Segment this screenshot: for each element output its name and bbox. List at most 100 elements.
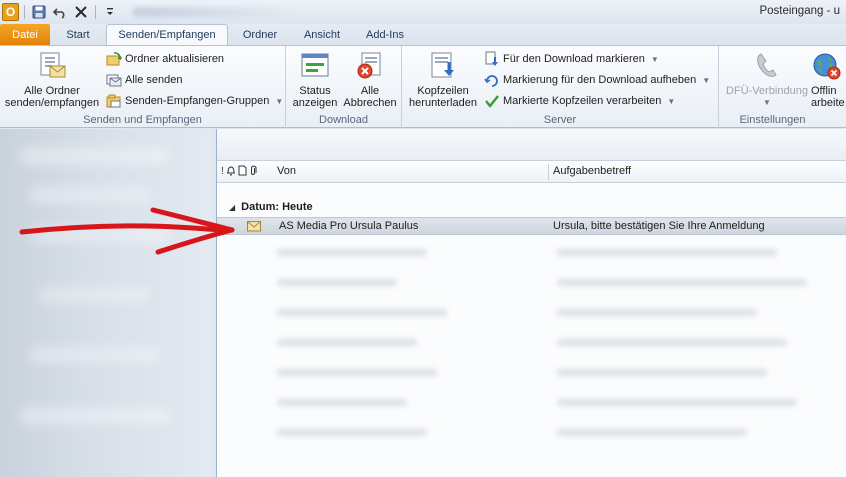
send-all-icon: [106, 72, 122, 88]
tab-start[interactable]: Start: [50, 24, 106, 45]
column-header-row: ! Von Aufgabenbetreff: [217, 161, 846, 183]
tab-view[interactable]: Ansicht: [292, 24, 352, 45]
column-icons: !: [217, 161, 275, 182]
group-server: Kopfzeilen herunterladen Für den Downloa…: [402, 46, 719, 128]
group-download: Status anzeigen Alle Abbrechen Download: [286, 46, 402, 128]
blurred-message-rows: [217, 239, 846, 477]
quick-access-toolbar: O: [0, 3, 119, 21]
dropdown-arrow-icon: ▼: [275, 96, 284, 106]
dialup-connection-button[interactable]: DFÜ-Verbindung ▼: [723, 50, 811, 109]
search-bar-area[interactable]: [217, 129, 846, 161]
blurred-folder-item: [20, 409, 170, 423]
mark-download-icon: [484, 51, 500, 67]
reminder-bell-icon[interactable]: [226, 165, 236, 179]
attachment-icon[interactable]: [249, 165, 257, 179]
blurred-row: [277, 339, 417, 346]
window-title: Posteingang - u: [759, 5, 840, 17]
group-label-send-receive: Senden und Empfangen: [83, 114, 202, 126]
show-status-label-1: Status: [299, 85, 331, 97]
unmark-download-icon: [484, 72, 500, 88]
blurred-row: [277, 369, 437, 376]
group-label-settings: Einstellungen: [739, 114, 806, 126]
unmark-download-label: Markierung für den Download aufheben: [503, 74, 697, 86]
send-receive-all-icon: [36, 50, 68, 82]
dropdown-arrow-icon: ▼: [763, 98, 771, 107]
tab-folder[interactable]: Ordner: [228, 24, 292, 45]
message-list-pane: ! Von Aufgabenbetreff ◢ Datum: Heute AS …: [216, 129, 846, 477]
send-receive-all-label-2: senden/empfangen: [4, 97, 100, 109]
ribbon-tabs: Datei Start Senden/Empfangen Ordner Ansi…: [0, 24, 846, 45]
blurred-folder-item: [30, 189, 150, 201]
undo-icon[interactable]: [51, 3, 69, 21]
show-status-label-2: anzeigen: [292, 97, 338, 109]
mark-for-download-button[interactable]: Für den Download markieren ▼: [484, 50, 659, 68]
title-bar: O Posteingang - u: [0, 0, 846, 24]
delete-x-icon[interactable]: [72, 3, 90, 21]
download-headers-button[interactable]: Kopfzeilen herunterladen: [406, 50, 480, 109]
send-receive-groups-icon: [106, 93, 122, 109]
qat-divider: [95, 5, 96, 19]
update-folder-label: Ordner aktualisieren: [125, 53, 225, 65]
show-status-button[interactable]: Status anzeigen: [290, 50, 340, 109]
red-annotation-arrow: [19, 207, 235, 255]
tab-file[interactable]: Datei: [0, 24, 50, 45]
checkmark-icon: [484, 93, 500, 109]
group-label-download: Download: [319, 114, 368, 126]
tab-add-ins[interactable]: Add-Ins: [352, 24, 418, 45]
date-group-header[interactable]: ◢ Datum: Heute: [229, 201, 313, 213]
customize-qat-chevron-icon[interactable]: [101, 3, 119, 21]
download-headers-label-2: herunterladen: [409, 97, 477, 109]
work-offline-label-1: Offlin: [811, 85, 837, 97]
dialup-connection-label: DFÜ-Verbindung: [726, 85, 808, 97]
send-receive-groups-button[interactable]: Senden-Empfangen-Gruppen ▼: [106, 92, 283, 110]
send-receive-groups-label: Senden-Empfangen-Gruppen: [125, 95, 270, 107]
phone-icon: [751, 50, 783, 82]
dropdown-arrow-icon: ▼: [650, 54, 659, 64]
navigation-pane[interactable]: [0, 129, 213, 477]
ribbon: Alle Ordner senden/empfangen Ordner aktu…: [0, 45, 846, 128]
blurred-row: [557, 309, 757, 316]
send-all-label: Alle senden: [125, 74, 183, 86]
blurred-folder-item: [30, 349, 160, 361]
importance-icon[interactable]: !: [221, 166, 224, 177]
column-divider[interactable]: [548, 164, 549, 180]
column-subject[interactable]: Aufgabenbetreff: [553, 165, 631, 177]
group-label-server: Server: [543, 114, 577, 126]
blurred-title-area: [133, 7, 293, 17]
download-headers-label-1: Kopfzeilen: [417, 85, 469, 97]
item-type-icon[interactable]: [238, 165, 247, 179]
blurred-row: [557, 339, 787, 346]
blurred-row: [557, 429, 747, 436]
work-offline-button[interactable]: Offlin arbeite: [811, 50, 846, 109]
message-subject: Ursula, bitte bestätigen Sie Ihre Anmeld…: [553, 220, 765, 232]
message-row[interactable]: AS Media Pro Ursula Paulus Ursula, bitte…: [217, 217, 846, 235]
cancel-all-label-2: Abbrechen: [343, 97, 397, 109]
update-folder-button[interactable]: Ordner aktualisieren: [106, 50, 224, 68]
blurred-row: [277, 429, 427, 436]
blurred-row: [277, 249, 427, 256]
blurred-row: [557, 249, 777, 256]
column-from[interactable]: Von: [277, 165, 296, 177]
cancel-all-button[interactable]: Alle Abbrechen: [342, 50, 398, 109]
group-send-receive: Alle Ordner senden/empfangen Ordner aktu…: [0, 46, 286, 128]
process-headers-button[interactable]: Markierte Kopfzeilen verarbeiten ▼: [484, 92, 675, 110]
message-from: AS Media Pro Ursula Paulus: [279, 220, 419, 232]
dropdown-arrow-icon: ▼: [702, 75, 711, 85]
send-receive-all-folders-button[interactable]: Alle Ordner senden/empfangen: [4, 50, 100, 109]
blurred-row: [557, 369, 767, 376]
process-headers-label: Markierte Kopfzeilen verarbeiten: [503, 95, 662, 107]
envelope-unread-icon: [247, 221, 261, 232]
globe-offline-icon: [811, 50, 843, 82]
send-all-button[interactable]: Alle senden: [106, 71, 183, 89]
unmark-download-button[interactable]: Markierung für den Download aufheben ▼: [484, 71, 710, 89]
cancel-all-icon: [354, 50, 386, 82]
show-status-icon: [299, 50, 331, 82]
blurred-row: [277, 309, 447, 316]
send-receive-all-label-1: Alle Ordner: [24, 85, 80, 97]
save-icon[interactable]: [30, 3, 48, 21]
update-folder-icon: [106, 51, 122, 67]
outlook-logo-icon[interactable]: O: [2, 3, 19, 21]
tab-send-receive[interactable]: Senden/Empfangen: [106, 24, 228, 45]
qat-divider: [24, 5, 25, 19]
blurred-row: [557, 399, 797, 406]
